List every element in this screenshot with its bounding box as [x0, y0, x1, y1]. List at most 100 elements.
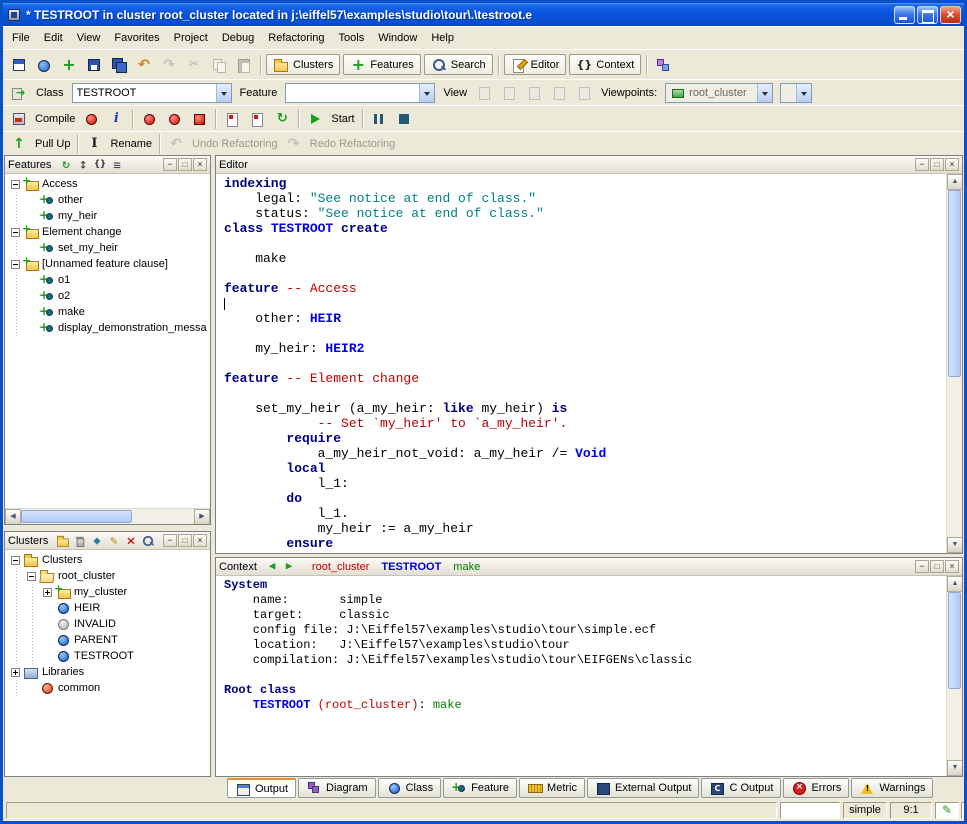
tab-diagram[interactable]: Diagram — [298, 778, 376, 798]
finalize-icon[interactable] — [162, 108, 186, 130]
pull-up-button[interactable]: Pull Up — [32, 138, 73, 150]
scroll-thumb[interactable] — [948, 190, 961, 377]
scroll-down-button[interactable] — [947, 760, 962, 776]
breadcrumb-root-cluster[interactable]: root_cluster — [312, 561, 369, 573]
freeze-icon[interactable] — [137, 108, 161, 130]
expander-icon[interactable] — [11, 556, 20, 565]
tree-item-access[interactable]: Access — [5, 176, 210, 192]
tab-metric[interactable]: Metric — [519, 778, 585, 798]
recompile-icon[interactable] — [270, 108, 294, 130]
tab-output[interactable]: Output — [227, 778, 296, 798]
expander-icon[interactable] — [11, 668, 20, 677]
quick-melt-icon[interactable] — [245, 108, 269, 130]
scroll-up-button[interactable] — [947, 174, 962, 190]
tree-item-invalid[interactable]: INVALID — [5, 616, 210, 632]
tree-item-o2[interactable]: o2 — [5, 288, 210, 304]
tree-item-root-cluster[interactable]: root_cluster — [5, 568, 210, 584]
tab-warnings[interactable]: Warnings — [851, 778, 933, 798]
recycle-icon[interactable] — [72, 533, 88, 549]
edit-class-icon[interactable] — [106, 533, 122, 549]
save-icon[interactable] — [82, 54, 106, 76]
add-icon[interactable] — [57, 54, 81, 76]
viewpoint-filter-combo[interactable] — [780, 83, 812, 103]
menu-item-favorites[interactable]: Favorites — [107, 29, 166, 47]
menu-item-file[interactable]: File — [5, 29, 37, 47]
menu-item-project[interactable]: Project — [167, 29, 215, 47]
new-window-icon[interactable] — [7, 54, 31, 76]
tree-item-element-change[interactable]: Element change — [5, 224, 210, 240]
edit-status-icon[interactable] — [935, 802, 959, 819]
expander-icon[interactable] — [11, 180, 20, 189]
rename-icon[interactable] — [82, 133, 106, 155]
panel-close-button[interactable] — [193, 158, 207, 171]
menu-item-edit[interactable]: Edit — [37, 29, 70, 47]
tree-item-o1[interactable]: o1 — [5, 272, 210, 288]
synchronize-icon[interactable] — [58, 157, 74, 173]
search-button[interactable]: Search — [424, 54, 493, 75]
sorting-icon[interactable] — [109, 157, 125, 173]
history-back-icon[interactable] — [264, 559, 280, 575]
feature-combo[interactable] — [285, 83, 435, 103]
scroll-up-button[interactable] — [947, 576, 962, 592]
tree-item-make[interactable]: make — [5, 304, 210, 320]
find-icon[interactable] — [140, 533, 156, 549]
feature-combo-arrow[interactable] — [419, 84, 434, 102]
viewpoints-combo[interactable]: root_cluster — [665, 83, 773, 103]
tree-item-libraries[interactable]: Libraries — [5, 664, 210, 680]
features-panel-header[interactable]: Features — [5, 156, 210, 174]
tab-class[interactable]: Class — [378, 778, 442, 798]
panel-close-button[interactable] — [945, 158, 959, 171]
panel-close-button[interactable] — [193, 534, 207, 547]
pause-icon[interactable] — [367, 108, 391, 130]
compile-button[interactable]: Compile — [32, 113, 78, 125]
tree-item-my-cluster[interactable]: my_cluster — [5, 584, 210, 600]
rename-button[interactable]: Rename — [107, 138, 155, 150]
save-all-icon[interactable] — [107, 54, 131, 76]
editor-code[interactable]: indexing legal: "See notice at end of cl… — [216, 174, 945, 553]
tree-item-common[interactable]: common — [5, 680, 210, 696]
pull-up-icon[interactable] — [7, 133, 31, 155]
tree-item-my-heir[interactable]: my_heir — [5, 208, 210, 224]
class-combo-arrow[interactable] — [216, 84, 231, 102]
tab-errors[interactable]: Errors — [783, 778, 849, 798]
menu-item-tools[interactable]: Tools — [332, 29, 372, 47]
panel-minimize-button[interactable] — [915, 560, 929, 573]
expander-icon[interactable] — [27, 572, 36, 581]
minimize-button[interactable] — [894, 6, 915, 24]
panel-minimize-button[interactable] — [915, 158, 929, 171]
context-button[interactable]: Context — [569, 54, 641, 75]
compile-workbench-icon[interactable] — [7, 108, 31, 130]
tab-feature[interactable]: Feature — [443, 778, 517, 798]
discover-melt-icon[interactable] — [220, 108, 244, 130]
maximize-button[interactable] — [917, 6, 938, 24]
remove-item-icon[interactable] — [123, 533, 139, 549]
breadcrumb-make[interactable]: make — [453, 561, 480, 573]
tab-external-output[interactable]: External Output — [587, 778, 699, 798]
send-to-icon[interactable] — [7, 82, 31, 104]
menu-item-debug[interactable]: Debug — [215, 29, 261, 47]
melt-icon[interactable] — [79, 108, 103, 130]
close-button[interactable] — [940, 6, 961, 24]
expander-icon[interactable] — [43, 588, 52, 597]
panel-maximize-button[interactable] — [930, 158, 944, 171]
stop-icon[interactable] — [392, 108, 416, 130]
tree-item-other[interactable]: other — [5, 192, 210, 208]
editor-button[interactable]: Editor — [504, 54, 567, 75]
tree-item-parent[interactable]: PARENT — [5, 632, 210, 648]
scroll-thumb[interactable] — [948, 592, 961, 689]
new-cluster-icon[interactable] — [55, 533, 71, 549]
scroll-left-button[interactable] — [5, 509, 21, 525]
editor-panel-header[interactable]: Editor — [216, 156, 962, 174]
context-panel-header[interactable]: Context root_clusterTESTROOTmake — [216, 558, 962, 576]
tree-item-display-demonstration-messa[interactable]: display_demonstration_messa — [5, 320, 210, 336]
panel-maximize-button[interactable] — [930, 560, 944, 573]
info-icon[interactable] — [104, 108, 128, 130]
signature-icon[interactable] — [92, 157, 108, 173]
title-bar[interactable]: * TESTROOT in cluster root_cluster locat… — [3, 3, 964, 26]
checks-status-icon[interactable] — [961, 802, 967, 819]
start-button[interactable]: Start — [328, 113, 357, 125]
diagram-tool-icon[interactable] — [651, 54, 675, 76]
scroll-thumb[interactable] — [21, 510, 132, 523]
panel-maximize-button[interactable] — [178, 534, 192, 547]
open-project-icon[interactable] — [32, 54, 56, 76]
